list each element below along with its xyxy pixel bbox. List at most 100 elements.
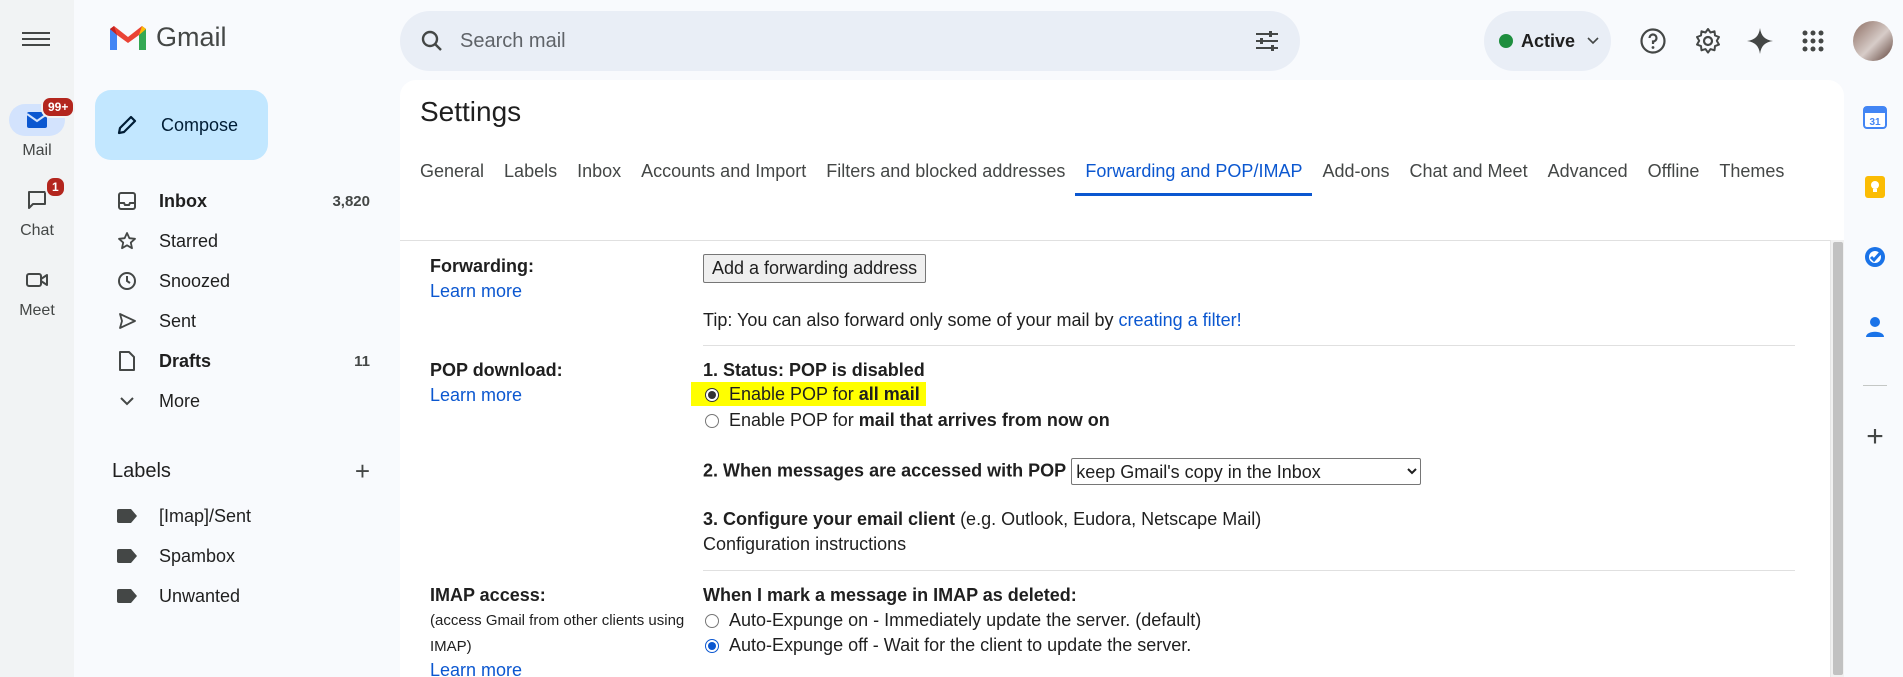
pop-learn-more-link[interactable]: Learn more [430,385,522,406]
option-text: Enable POP for [729,384,859,404]
expunge-off-radio[interactable] [705,639,719,654]
label-tag-icon [117,549,137,563]
imap-learn-more-link[interactable]: Learn more [430,660,522,677]
app-rail: 99+ Mail 1 Chat Meet [0,0,76,677]
tab-filters[interactable]: Filters and blocked addresses [816,146,1075,196]
rail-item-chat[interactable]: 1 Chat [0,176,74,240]
nav-label: Drafts [159,350,212,371]
settings-gear-icon[interactable] [1693,26,1723,56]
option-text: Auto-Expunge on - Immediately update the… [729,610,1202,630]
tab-themes[interactable]: Themes [1709,146,1794,196]
forwarding-label: Forwarding: [430,256,534,276]
tasks-icon[interactable] [1862,244,1888,270]
tab-advanced[interactable]: Advanced [1538,146,1638,196]
side-panel-divider [1863,385,1887,386]
scrollbar-thumb[interactable] [1833,242,1843,675]
rail-item-meet[interactable]: Meet [0,264,74,320]
configuration-instructions-link[interactable]: Configuration instructions [703,534,906,555]
tabs-divider [400,240,1844,241]
rail-item-mail[interactable]: 99+ Mail [0,96,76,160]
rail-label-mail: Mail [22,142,52,159]
pop-access-row: 2. When messages are accessed with POP k… [703,458,1422,485]
label-name: Unwanted [159,585,241,606]
mail-icon: 99+ [9,96,76,136]
settings-panel: Settings General Labels Inbox Accounts a… [400,80,1844,677]
imap-access-label: IMAP access: [430,585,546,605]
configure-rest: (e.g. Outlook, Eudora, Netscape Mail) [955,509,1262,529]
clock-icon [115,269,139,293]
mail-nav: Inbox 3,820 Starred Snoozed Sent Drafts … [95,181,382,421]
account-avatar[interactable] [1853,21,1893,61]
pop-access-select[interactable]: keep Gmail's copy in the Inbox [1071,458,1422,485]
help-icon[interactable] [1638,26,1668,56]
pop-option-from-now[interactable]: Enable POP for mail that arrives from no… [703,410,1110,431]
labels-heading: Labels [112,460,171,482]
contacts-icon[interactable] [1862,314,1888,340]
tab-accounts-import[interactable]: Accounts and Import [631,146,816,196]
gemini-sparkle-icon[interactable] [1745,26,1775,56]
option-text: Auto-Expunge off - Wait for the client t… [729,635,1192,655]
gmail-logo[interactable]: Gmail [108,22,227,53]
expunge-off-option[interactable]: Auto-Expunge off - Wait for the client t… [703,635,1191,656]
search-icon[interactable] [420,29,444,53]
app-name: Gmail [156,22,227,52]
label-item[interactable]: Spambox [95,536,382,576]
nav-item-sent[interactable]: Sent [95,301,382,341]
tab-labels[interactable]: Labels [494,146,567,196]
keep-icon[interactable] [1862,174,1888,200]
rail-label-meet: Meet [19,302,55,319]
tab-add-ons[interactable]: Add-ons [1312,146,1399,196]
inbox-icon [115,189,139,213]
nav-item-starred[interactable]: Starred [95,221,382,261]
star-icon [115,229,139,253]
tab-inbox[interactable]: Inbox [567,146,631,196]
configure-client-row: 3. Configure your email client (e.g. Out… [703,509,1261,530]
nav-label: Sent [159,310,197,331]
nav-label: Inbox [159,190,207,211]
when-accessed-label: 2. When messages are accessed with POP [703,460,1067,481]
status-label: Active [1521,30,1576,51]
forwarding-learn-more-link[interactable]: Learn more [430,281,522,302]
send-icon [115,309,139,333]
main-menu-icon[interactable] [22,28,50,52]
label-item[interactable]: Unwanted [95,576,382,616]
tab-offline[interactable]: Offline [1638,146,1710,196]
settings-tabs: General Labels Inbox Accounts and Import… [410,146,1810,196]
nav-item-snoozed[interactable]: Snoozed [95,261,382,301]
tab-general[interactable]: General [410,146,494,196]
status-selector[interactable]: Active [1484,11,1611,71]
nav-label: Snoozed [159,270,231,291]
apps-grid-icon[interactable] [1798,26,1828,56]
pencil-icon [117,115,137,135]
label-tag-icon [117,509,137,523]
expunge-on-radio[interactable] [705,614,719,629]
option-bold: mail that arrives from now on [858,410,1110,430]
add-label-icon[interactable]: + [355,456,370,487]
pop-option-all-mail[interactable]: Enable POP for all mail [691,382,926,406]
page-title: Settings [420,96,522,127]
creating-filter-link[interactable]: creating a filter! [1119,310,1242,330]
labels-list: [Imap]/Sent Spambox Unwanted [95,496,382,616]
label-item[interactable]: [Imap]/Sent [95,496,382,536]
chevron-down-icon [115,389,139,413]
tab-chat-meet[interactable]: Chat and Meet [1400,146,1538,196]
search-options-icon[interactable] [1254,30,1280,52]
nav-item-drafts[interactable]: Drafts 11 [95,341,382,381]
scrollbar[interactable] [1830,240,1844,677]
imap-sublabel: (access Gmail from other clients using I… [430,612,685,655]
tab-forwarding-pop-imap[interactable]: Forwarding and POP/IMAP [1075,146,1313,196]
add-addon-icon[interactable]: + [1862,420,1888,453]
nav-item-more[interactable]: More [95,381,382,421]
gmail-logo-icon [110,25,146,50]
nav-item-inbox[interactable]: Inbox 3,820 [95,181,382,221]
status-dot [1499,34,1513,48]
compose-button[interactable]: Compose [95,90,268,160]
expunge-on-option[interactable]: Auto-Expunge on - Immediately update the… [703,610,1201,631]
pop-from-now-radio[interactable] [705,414,719,429]
calendar-icon[interactable]: 31 [1862,104,1888,130]
nav-label: More [159,390,201,411]
pop-all-mail-radio[interactable] [705,388,719,403]
section-divider [703,345,1795,346]
add-forwarding-address-button[interactable]: Add a forwarding address [703,254,927,283]
search-input[interactable] [460,29,1254,53]
